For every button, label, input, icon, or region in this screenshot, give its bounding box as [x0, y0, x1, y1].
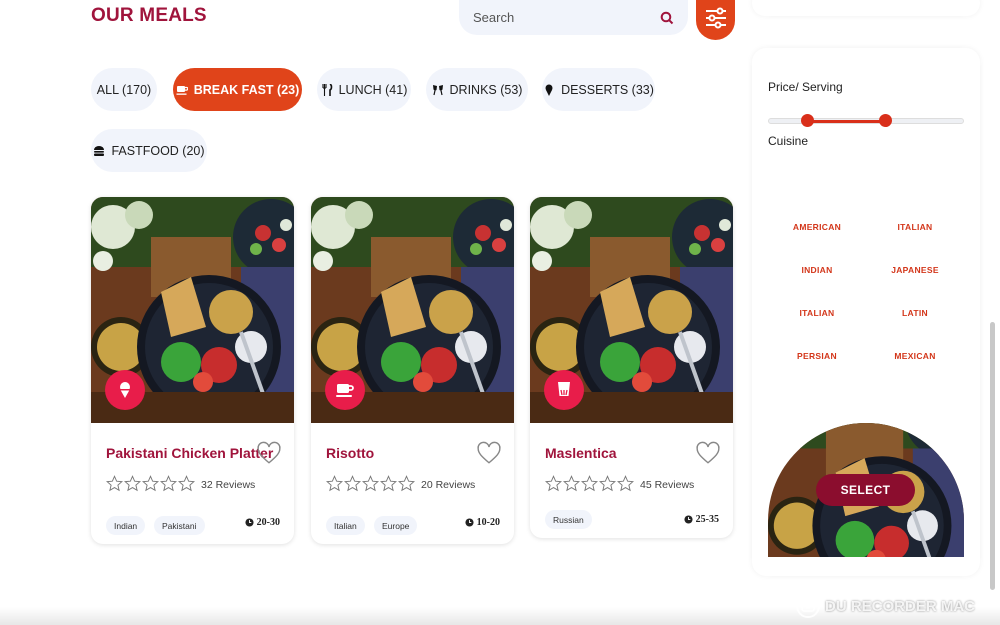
meal-tag: Indian	[106, 516, 146, 535]
cuisine-option[interactable]: PERSIAN	[772, 351, 862, 361]
glasses-cheers-icon	[432, 84, 443, 95]
category-badge	[325, 370, 365, 410]
star-icon[interactable]	[124, 475, 141, 492]
star-icon[interactable]	[178, 475, 195, 492]
chip-label: FASTFOOD (20)	[111, 143, 205, 158]
meal-card[interactable]: Risotto 20 Reviews Italian Europe 10-20	[311, 197, 514, 544]
price-max-handle[interactable]	[879, 114, 892, 127]
burger-icon	[94, 145, 105, 156]
sidebar-top-panel	[752, 0, 980, 16]
star-icon[interactable]	[106, 475, 123, 492]
cuisine-option[interactable]: LATIN	[870, 308, 960, 318]
search-bar[interactable]	[459, 0, 688, 35]
meal-tag: Russian	[545, 510, 592, 529]
review-count: 32 Reviews	[201, 479, 256, 491]
star-icon[interactable]	[326, 475, 343, 492]
chip-label: ALL (170)	[96, 82, 152, 97]
star-icon[interactable]	[581, 475, 598, 492]
prep-time: 25-35	[684, 514, 719, 525]
favorite-heart-icon[interactable]	[695, 440, 721, 466]
category-badge	[105, 370, 145, 410]
star-icon[interactable]	[599, 475, 616, 492]
star-icon[interactable]	[398, 475, 415, 492]
drink-glass-icon	[558, 382, 570, 396]
price-range-slider[interactable]	[768, 114, 964, 127]
camera-icon	[796, 594, 820, 618]
price-range-fill	[807, 120, 885, 123]
star-icon[interactable]	[617, 475, 634, 492]
prep-time-value: 20-30	[256, 517, 280, 528]
cuisine-option[interactable]: ITALIAN	[870, 222, 960, 232]
ice-cream-icon	[120, 382, 130, 398]
sliders-icon	[705, 7, 726, 28]
star-icon[interactable]	[563, 475, 580, 492]
fork-knife-icon	[322, 83, 332, 96]
prep-time: 20-30	[245, 517, 280, 528]
meal-photo	[91, 197, 294, 423]
search-input[interactable]	[473, 10, 660, 25]
star-icon[interactable]	[362, 475, 379, 492]
filter-button[interactable]	[696, 0, 735, 40]
meal-card[interactable]: Maslentica 45 Reviews Russian 25-35	[530, 197, 733, 538]
favorite-heart-icon[interactable]	[476, 440, 502, 466]
category-chip-desserts[interactable]: DESSERTS (33)	[542, 68, 655, 111]
category-chip-fastfood[interactable]: FASTFOOD (20)	[91, 129, 207, 172]
meal-name: Maslentica	[545, 445, 617, 461]
coffee-cup-icon	[176, 85, 188, 95]
meal-photo	[530, 197, 733, 423]
category-chip-all[interactable]: ALL (170)	[91, 68, 157, 111]
star-icon[interactable]	[545, 475, 562, 492]
price-min-handle[interactable]	[801, 114, 814, 127]
clock-icon	[465, 518, 474, 527]
search-icon[interactable]	[660, 11, 674, 25]
clock-icon	[684, 515, 693, 524]
chip-label: DESSERTS (33)	[561, 82, 654, 97]
coffee-cup-icon	[336, 384, 354, 397]
watermark-text: DU RECORDER MAC	[825, 597, 975, 615]
review-count: 45 Reviews	[640, 479, 695, 491]
star-rating[interactable]	[326, 475, 415, 492]
meal-tag: Pakistani	[154, 516, 205, 535]
meal-tag: Italian	[326, 516, 365, 535]
prep-time-value: 25-35	[695, 514, 719, 525]
cuisine-option[interactable]: AMERICAN	[772, 222, 862, 232]
favorite-heart-icon[interactable]	[256, 440, 282, 466]
category-chip-drinks[interactable]: DRINKS (53)	[426, 68, 528, 111]
chip-label: DRINKS (53)	[449, 82, 523, 97]
star-icon[interactable]	[344, 475, 361, 492]
cuisine-option[interactable]: JAPANESE	[870, 265, 960, 275]
meal-card[interactable]: Pakistani Chicken Platter 32 Reviews Ind…	[91, 197, 294, 544]
page-scrollbar[interactable]	[990, 322, 995, 590]
star-icon[interactable]	[380, 475, 397, 492]
chip-label: BREAK FAST (23)	[193, 82, 300, 97]
select-button[interactable]: SELECT	[816, 474, 915, 506]
meal-name: Pakistani Chicken Platter	[106, 445, 274, 461]
price-label: Price/ Serving	[768, 80, 843, 94]
prep-time: 10-20	[465, 517, 500, 528]
meal-tag: Europe	[374, 516, 418, 535]
chip-label: LUNCH (41)	[338, 82, 408, 97]
prep-time-value: 10-20	[476, 517, 500, 528]
cuisine-option[interactable]: ITALIAN	[772, 308, 862, 318]
cuisine-label: Cuisine	[768, 134, 809, 148]
meal-name: Risotto	[326, 445, 375, 461]
review-count: 20 Reviews	[421, 479, 476, 491]
star-rating[interactable]	[545, 475, 634, 492]
recorder-watermark: DU RECORDER MAC	[796, 594, 975, 618]
category-chip-lunch[interactable]: LUNCH (41)	[317, 68, 411, 111]
page-title: OUR MEALS	[91, 5, 207, 26]
star-icon[interactable]	[160, 475, 177, 492]
star-icon[interactable]	[142, 475, 159, 492]
category-chip-breakfast[interactable]: BREAK FAST (23)	[173, 68, 302, 111]
cuisine-option[interactable]: INDIAN	[772, 265, 862, 275]
meal-photo	[311, 197, 514, 423]
category-badge	[544, 370, 584, 410]
star-rating[interactable]	[106, 475, 195, 492]
cuisine-option[interactable]: MEXICAN	[870, 351, 960, 361]
clock-icon	[245, 518, 254, 527]
ice-cream-icon	[545, 84, 553, 96]
